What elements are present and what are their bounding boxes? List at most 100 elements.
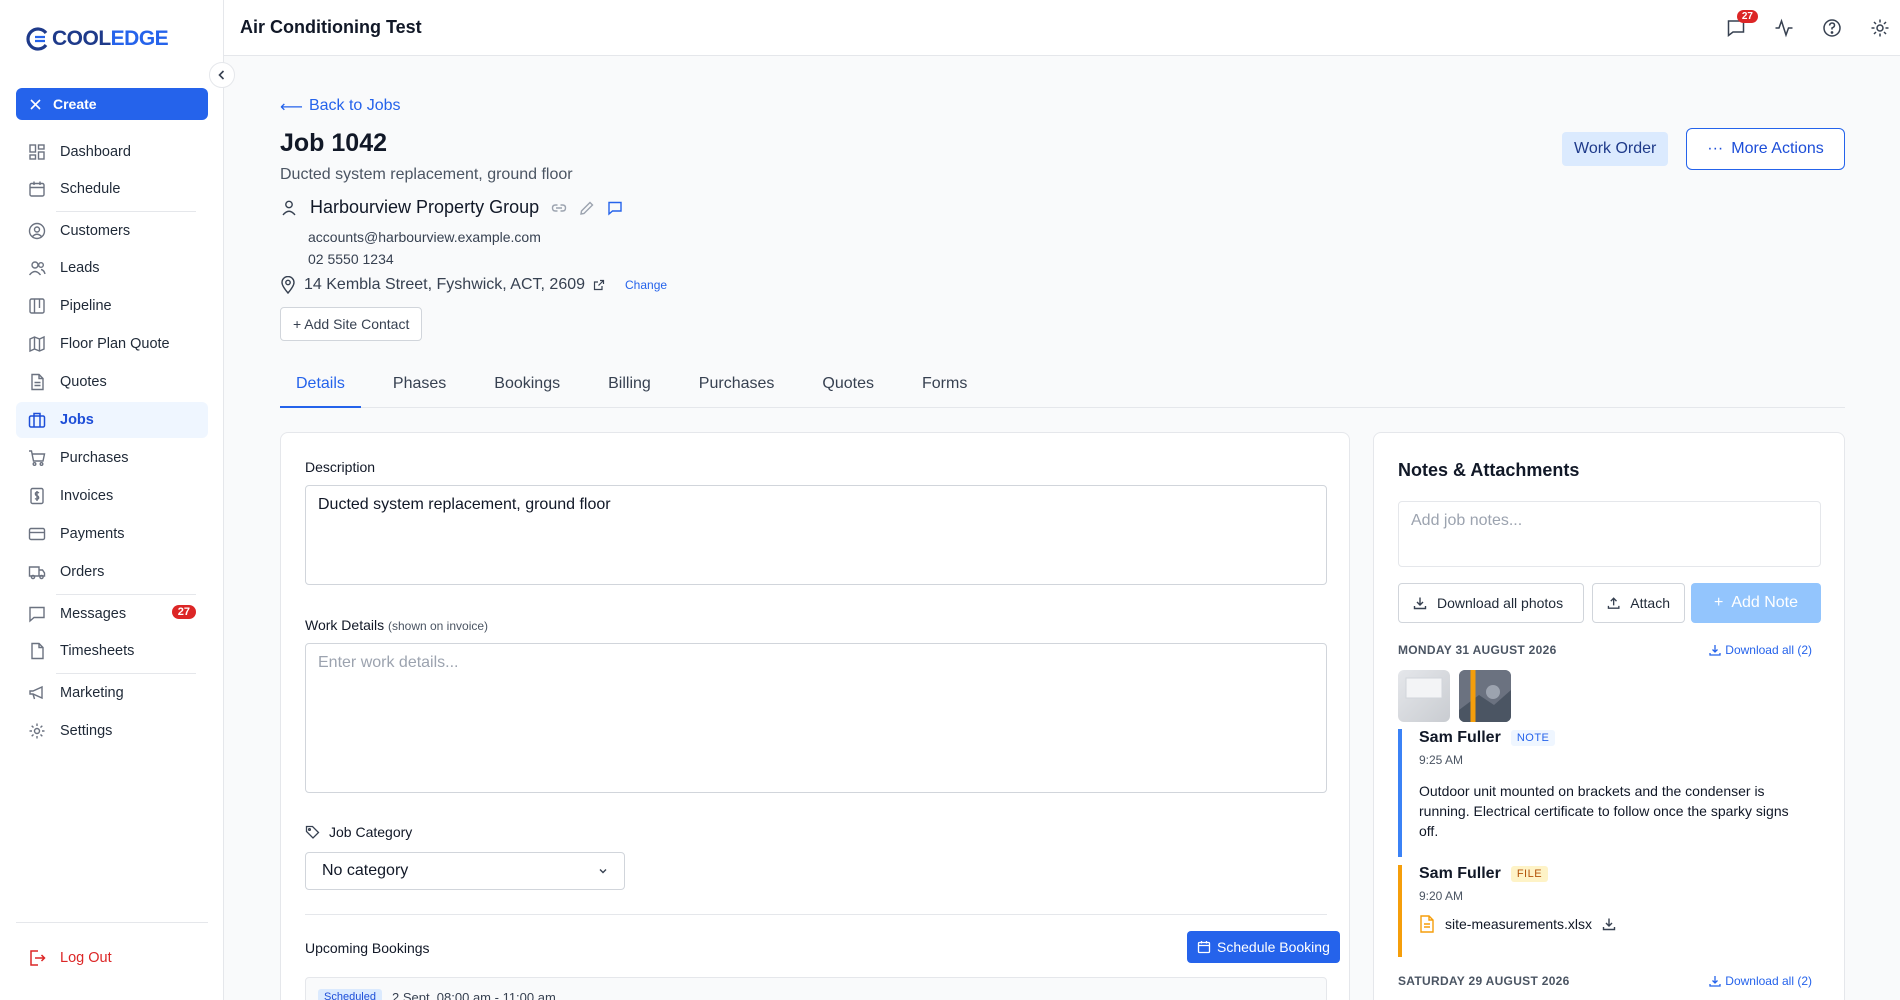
messages-count-badge: 27	[171, 605, 196, 619]
sidebar-item-messages[interactable]: Messages 27	[16, 596, 208, 632]
sidebar-item-label: Floor Plan Quote	[60, 336, 170, 352]
job-category-select[interactable]: No category	[305, 852, 625, 890]
sidebar-item-dashboard[interactable]: Dashboard	[16, 134, 208, 170]
date-heading: MONDAY 31 AUGUST 2026	[1398, 643, 1557, 657]
more-actions-label: More Actions	[1731, 140, 1824, 157]
calendar-icon	[1197, 941, 1211, 954]
nav-divider	[56, 673, 196, 674]
attach-button[interactable]: Attach	[1592, 583, 1685, 623]
upload-icon	[1607, 597, 1620, 609]
download-icon	[1709, 645, 1721, 656]
sidebar-item-label: Marketing	[60, 685, 124, 701]
chat-icon[interactable]	[607, 200, 623, 216]
job-title: Job 1042	[280, 129, 388, 157]
collapse-sidebar-button[interactable]	[209, 62, 235, 88]
booking-status-badge: Scheduled	[318, 989, 382, 1000]
megaphone-icon	[29, 685, 43, 700]
sidebar-item-leads[interactable]: Leads	[16, 250, 208, 286]
gear-icon	[1871, 19, 1889, 37]
upcoming-bookings-label: Upcoming Bookings	[305, 940, 430, 956]
settings-button[interactable]	[1868, 16, 1892, 40]
add-site-contact-button[interactable]: + Add Site Contact	[280, 307, 423, 341]
file-name[interactable]: site-measurements.xlsx	[1445, 916, 1592, 932]
job-category-value: No category	[322, 862, 409, 879]
activity-icon	[1775, 18, 1793, 38]
tab-details[interactable]: Details	[280, 370, 361, 408]
schedule-booking-button[interactable]: Schedule Booking	[1187, 931, 1340, 963]
notification-badge: 27	[1736, 10, 1758, 23]
person-icon	[282, 200, 296, 215]
sidebar-item-customers[interactable]: Customers	[16, 213, 208, 249]
sidebar-item-label: Pipeline	[60, 298, 112, 314]
topbar: Air Conditioning Test 27	[224, 0, 1900, 56]
logout-label: Log Out	[60, 950, 112, 966]
logo[interactable]: COOLEDGE	[26, 27, 169, 51]
note-type-badge: NOTE	[1510, 730, 1556, 746]
customer-name[interactable]: Harbourview Property Group	[310, 197, 539, 218]
download-icon[interactable]	[1602, 917, 1616, 931]
tab-phases[interactable]: Phases	[377, 370, 462, 408]
tab-billing[interactable]: Billing	[592, 370, 667, 408]
chevron-left-icon	[218, 70, 225, 80]
nav-divider	[56, 211, 196, 212]
tab-bookings[interactable]: Bookings	[478, 370, 576, 408]
sidebar-item-label: Jobs	[60, 412, 94, 428]
users-icon	[28, 261, 46, 276]
sidebar-item-invoices[interactable]: Invoices	[16, 478, 208, 514]
description-textarea[interactable]: Ducted system replacement, ground floor	[305, 485, 1327, 585]
sidebar-item-jobs[interactable]: Jobs	[16, 402, 208, 438]
customer-email[interactable]: accounts@harbourview.example.com	[308, 229, 541, 245]
sidebar-item-schedule[interactable]: Schedule	[16, 171, 208, 207]
sidebar-item-quotes[interactable]: Quotes	[16, 364, 208, 400]
note-entry: Sam Fuller NOTE 9:25 AM Outdoor unit mou…	[1398, 729, 1813, 857]
sidebar-item-settings[interactable]: Settings	[16, 713, 208, 749]
activity-button[interactable]	[1772, 16, 1796, 40]
sidebar-item-purchases[interactable]: Purchases	[16, 440, 208, 476]
sidebar-item-label: Schedule	[60, 181, 121, 197]
pipeline-icon	[29, 298, 45, 314]
customer-phone[interactable]: 02 5550 1234	[308, 251, 394, 267]
download-all-link[interactable]: Download all (2)	[1709, 974, 1812, 988]
sidebar-item-label: Purchases	[60, 450, 129, 466]
job-category-label: Job Category	[305, 824, 412, 840]
add-note-button[interactable]: + Add Note	[1691, 583, 1821, 623]
photo-thumbnail[interactable]	[1459, 670, 1511, 722]
job-notes-input[interactable]: Add job notes...	[1398, 501, 1821, 567]
sidebar-item-marketing[interactable]: Marketing	[16, 675, 208, 711]
file-row[interactable]: site-measurements.xlsx	[1419, 915, 1813, 933]
logout-button[interactable]: Log Out	[16, 940, 208, 976]
back-to-jobs-link[interactable]: ⟵ Back to Jobs	[280, 97, 401, 117]
sidebar-item-orders[interactable]: Orders	[16, 554, 208, 590]
download-all-photos-button[interactable]: Download all photos	[1398, 583, 1584, 623]
sidebar-item-label: Settings	[60, 723, 113, 739]
more-actions-button[interactable]: ··· More Actions	[1686, 128, 1845, 170]
create-button[interactable]: Create	[16, 88, 208, 120]
notes-attachments-card: Notes & Attachments Add job notes... Dow…	[1373, 432, 1845, 1000]
change-address-link[interactable]: Change	[625, 278, 667, 292]
help-button[interactable]	[1820, 16, 1844, 40]
sidebar-item-label: Customers	[60, 223, 131, 239]
sidebar-item-pipeline[interactable]: Pipeline	[16, 288, 208, 324]
work-details-textarea[interactable]: Enter work details...	[305, 643, 1327, 793]
photo-thumbnail[interactable]	[1398, 670, 1450, 722]
cart-icon	[29, 450, 46, 466]
site-address[interactable]: 14 Kembla Street, Fyshwick, ACT, 2609	[304, 276, 585, 294]
sidebar-item-floor-plan-quote[interactable]: Floor Plan Quote	[16, 326, 208, 362]
download-all-link[interactable]: Download all (2)	[1709, 643, 1812, 657]
download-icon	[1709, 976, 1721, 987]
sidebar-item-label: Messages	[60, 606, 127, 622]
edit-icon[interactable]	[579, 200, 595, 216]
link-icon[interactable]	[551, 200, 567, 216]
sidebar-item-timesheets[interactable]: Timesheets	[16, 633, 208, 669]
external-link-icon[interactable]	[593, 279, 605, 291]
tab-purchases[interactable]: Purchases	[683, 370, 791, 408]
create-button-label: Create	[53, 96, 97, 112]
work-order-button[interactable]: Work Order	[1562, 132, 1669, 166]
credit-card-icon	[28, 527, 46, 541]
logout-icon	[30, 950, 46, 966]
tab-quotes[interactable]: Quotes	[806, 370, 890, 408]
booking-row[interactable]: Scheduled 2 Sept, 08:00 am - 11:00 am	[305, 977, 1327, 1000]
messages-button[interactable]: 27	[1724, 10, 1758, 40]
sidebar-item-payments[interactable]: Payments	[16, 516, 208, 552]
tab-forms[interactable]: Forms	[906, 370, 983, 408]
